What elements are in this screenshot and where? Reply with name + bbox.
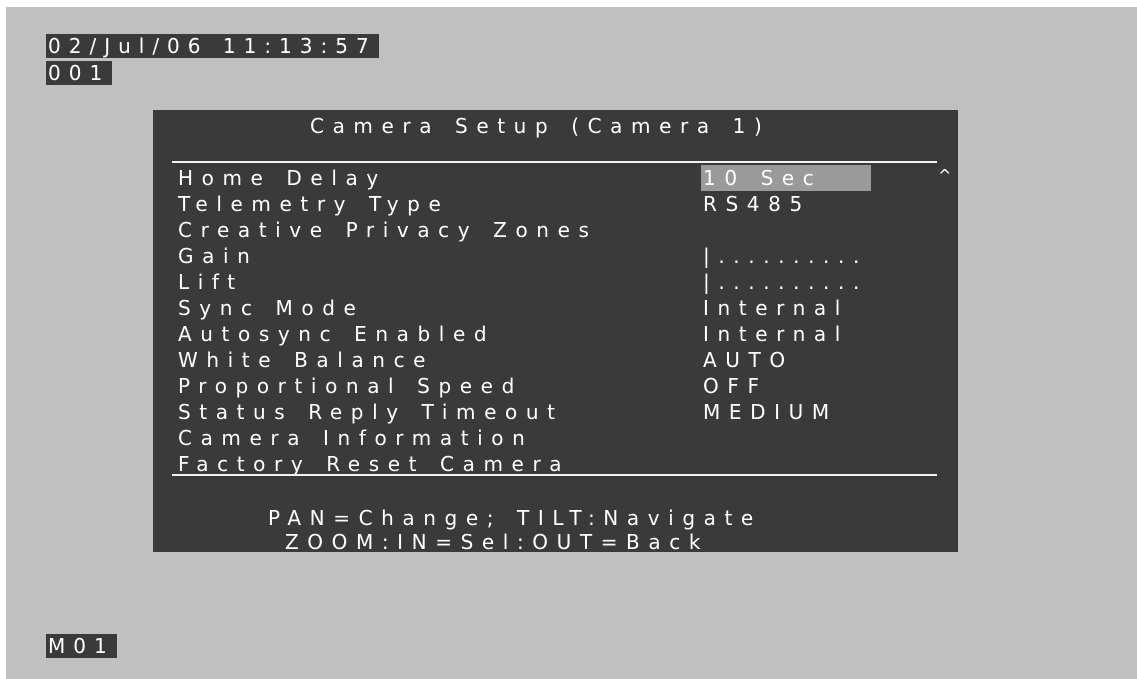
menu-bottom-divider xyxy=(172,474,937,476)
help-text-zoom: ZOOM:IN=Sel:OUT=Back xyxy=(285,530,710,554)
menu-item-label: Gain xyxy=(178,244,259,268)
menu-item-label: Status Reply Timeout xyxy=(178,400,564,424)
menu-item[interactable]: Sync Mode Internal xyxy=(178,295,938,321)
menu-item-label: Sync Mode xyxy=(178,296,365,320)
menu-item[interactable]: Lift |.......... xyxy=(178,269,938,295)
scroll-up-indicator-icon: ^ xyxy=(938,166,952,185)
menu-item-value[interactable]: OFF xyxy=(703,373,768,399)
menu-item-value[interactable]: RS485 xyxy=(703,191,811,217)
menu-item-value[interactable]: |.......... xyxy=(703,243,868,269)
menu-item-value[interactable]: AUTO xyxy=(703,347,794,373)
menu-item-value[interactable]: Internal xyxy=(703,321,849,347)
menu-item-label: Camera Information xyxy=(178,426,534,450)
menu-item[interactable]: Camera Information xyxy=(178,425,938,451)
menu-item-label: Lift xyxy=(178,270,244,294)
menu-item[interactable]: Status Reply Timeout MEDIUM xyxy=(178,399,938,425)
menu-item-label: Home Delay xyxy=(178,166,387,190)
menu-item-value[interactable]: MEDIUM xyxy=(703,399,838,425)
camera-setup-menu: Camera Setup (Camera 1) ^ Home Delay 10 S… xyxy=(153,110,958,554)
menu-item[interactable]: Creative Privacy Zones xyxy=(178,217,938,243)
video-screen: 02/Jul/06 11:13:57 001 Camera Setup (Cam… xyxy=(6,7,1137,679)
menu-item-label: Creative Privacy Zones xyxy=(178,218,598,242)
menu-item[interactable]: Gain |.......... xyxy=(178,243,938,269)
menu-item-label: Telemetry Type xyxy=(178,192,450,216)
menu-item[interactable]: Telemetry Type RS485 xyxy=(178,191,938,217)
menu-item-value[interactable]: |.......... xyxy=(703,269,868,295)
menu-top-divider xyxy=(172,161,937,163)
menu-item-value[interactable]: Internal xyxy=(703,295,849,321)
menu-item-label: Autosync Enabled xyxy=(178,322,496,346)
monitor-id-overlay: M01 xyxy=(46,634,117,658)
help-text-navigation: PAN=Change; TILT:Navigate xyxy=(268,506,762,530)
datetime-overlay: 02/Jul/06 11:13:57 xyxy=(46,34,379,58)
menu-item[interactable]: Proportional Speed OFF xyxy=(178,373,938,399)
menu-item-label: White Balance xyxy=(178,348,435,372)
menu-title: Camera Setup (Camera 1) xyxy=(310,114,771,138)
menu-item-label: Proportional Speed xyxy=(178,374,523,398)
camera-number-overlay: 001 xyxy=(46,61,113,85)
menu-item[interactable]: White Balance AUTO xyxy=(178,347,938,373)
menu-item[interactable]: Autosync Enabled Internal xyxy=(178,321,938,347)
menu-item-value-selected[interactable]: 10 Sec xyxy=(701,165,871,191)
menu-item[interactable]: Home Delay 10 Sec xyxy=(178,165,938,191)
